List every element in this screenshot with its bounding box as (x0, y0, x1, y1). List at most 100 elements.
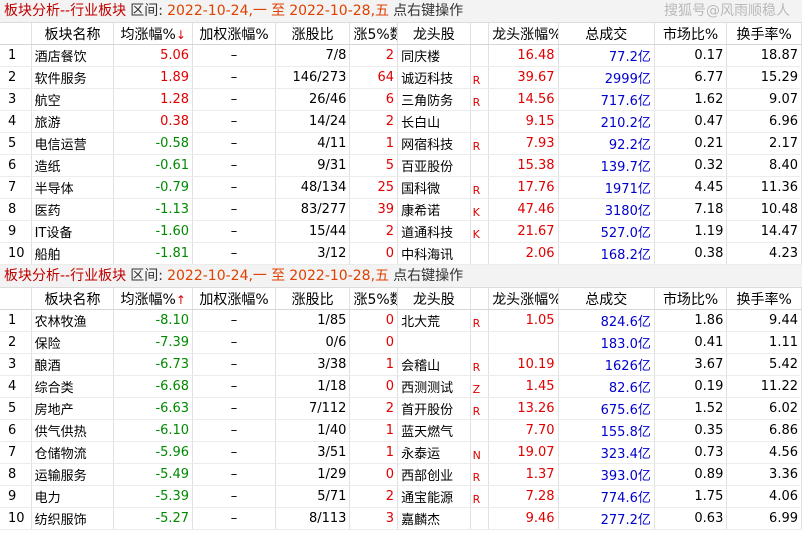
range-end[interactable]: 2022-10-28,五 (289, 3, 389, 19)
weighted-change: – (192, 507, 276, 530)
table-row[interactable]: 10 纺织服饰 -5.27–8/113 3 嘉麟杰 9.46 277.2亿 0.63 6.99 (0, 507, 802, 530)
table-row[interactable]: 7 仓储物流 -5.96–3/51 1 永泰运 N 19.07 323.4亿 0.73 4.56 (0, 441, 802, 464)
table-row[interactable]: 10 船舶 -1.81–3/12 0 中科海讯 2.06 168.2亿 0.38 4.23 (0, 242, 802, 265)
leader-change: 14.56 (488, 88, 559, 111)
col-header-leader-stock[interactable]: 龙头股 (397, 288, 471, 310)
col-header-turnover[interactable]: 总成交 (558, 288, 655, 310)
table-row[interactable]: 8 运输服务 -5.49–1/29 0 西部创业 R 1.37 393.0亿 0.89 3.36 (0, 463, 802, 486)
leader-stock: 道通科技 (397, 220, 471, 243)
table-row[interactable]: 6 造纸 -0.61–9/31 5 百亚股份 15.38 139.7亿 0.32 8.40 (0, 154, 802, 177)
weighted-change: – (192, 353, 276, 376)
col-header-avg-change[interactable]: 均涨幅%↑ (113, 288, 194, 310)
up-ratio: 4/11 (275, 132, 351, 155)
panel-titlebar[interactable]: 板块分析--行业板块 区间: 2022-10-24,一 至 2022-10-28… (0, 265, 802, 288)
total-turnover: 393.0亿 (558, 463, 655, 486)
stock-mark: R (472, 74, 481, 87)
range-end[interactable]: 2022-10-28,五 (289, 268, 389, 284)
market-share: 0.41 (654, 331, 728, 354)
market-share: 4.45 (654, 176, 728, 199)
sector-name: 仓储物流 (31, 441, 115, 464)
col-header-leader-change[interactable]: 龙头涨幅% (488, 288, 559, 310)
col-header-market-share[interactable]: 市场比% (654, 23, 728, 45)
avg-change: -0.79 (113, 176, 194, 199)
sector-name: 保险 (31, 331, 115, 354)
sector-name: 航空 (31, 88, 115, 111)
up-ratio: 5/71 (275, 485, 351, 508)
leader-change: 9.15 (488, 110, 559, 133)
turnover-rate: 8.40 (726, 154, 802, 177)
stock-mark: R (472, 361, 481, 374)
leader-change: 1.05 (488, 309, 559, 332)
sector-panel-top: 板块分析--行业板块 区间: 2022-10-24,一 至 2022-10-28… (0, 0, 802, 265)
up5-count: 2 (349, 397, 399, 420)
table-row[interactable]: 1 酒店餐饮 5.06–7/8 2 同庆楼 16.48 77.2亿 0.17 18.87 (0, 44, 802, 67)
stock-mark-badge (470, 110, 490, 133)
sector-name: 医药 (31, 198, 115, 221)
up5-count: 1 (349, 132, 399, 155)
range-start[interactable]: 2022-10-24,一 (167, 268, 267, 284)
table-row[interactable]: 4 综合类 -6.68–1/18 0 西测测试 Z 1.45 82.6亿 0.19 11.22 (0, 375, 802, 398)
right-click-hint: 点右键操作 (393, 3, 464, 19)
range-label: 区间: (130, 268, 163, 284)
col-header-sector-name[interactable]: 板块名称 (31, 23, 115, 45)
col-header-turnover[interactable]: 总成交 (558, 23, 655, 45)
up5-count: 1 (349, 441, 399, 464)
table-row[interactable]: 1 农林牧渔 -8.10–1/85 0 北大荒 R 1.05 824.6亿 1.86 9.44 (0, 309, 802, 332)
avg-change: -1.81 (113, 242, 194, 265)
col-header-up-ratio[interactable]: 涨股比 (275, 288, 351, 310)
avg-change: -6.68 (113, 375, 194, 398)
table-row[interactable]: 6 供气供热 -6.10–1/40 1 蓝天燃气 7.70 155.8亿 0.35 6.86 (0, 419, 802, 442)
sector-name: 房地产 (31, 397, 115, 420)
turnover-rate: 6.86 (726, 419, 802, 442)
sector-name: 纺织服饰 (31, 507, 115, 530)
col-header-leader-stock[interactable]: 龙头股 (397, 23, 471, 45)
row-index: 4 (0, 375, 32, 398)
col-header-up-ratio[interactable]: 涨股比 (275, 23, 351, 45)
weighted-change: – (192, 88, 276, 111)
col-header-up5-count[interactable]: 涨5%数 (349, 288, 399, 310)
col-header-weighted-change[interactable]: 加权涨幅% (192, 23, 276, 45)
up5-count: 1 (349, 353, 399, 376)
table-row[interactable]: 5 房地产 -6.63–7/112 2 首开股份 R 13.26 675.6亿 1.52 6.02 (0, 397, 802, 420)
turnover-rate: 4.56 (726, 441, 802, 464)
table-row[interactable]: 2 软件服务 1.89–146/273 64 诚迈科技 R 39.67 2999亿 6.77 15… (0, 66, 802, 89)
col-header-turnover-rate[interactable]: 换手率% (726, 288, 802, 310)
table-row[interactable]: 3 酿酒 -6.73–3/38 1 会稽山 R 10.19 1626亿 3.67 5.42 (0, 353, 802, 376)
market-share: 1.52 (654, 397, 728, 420)
table-row[interactable]: 9 电力 -5.39–5/71 2 通宝能源 R 7.28 774.6亿 1.75 4.06 (0, 485, 802, 508)
col-header-market-share[interactable]: 市场比% (654, 288, 728, 310)
table-row[interactable]: 8 医药 -1.13–83/277 39 康希诺 K 47.46 3180亿 7.18 10.48 (0, 198, 802, 221)
col-header-weighted-change[interactable]: 加权涨幅% (192, 288, 276, 310)
up5-count: 0 (349, 242, 399, 265)
turnover-rate: 6.96 (726, 110, 802, 133)
stock-mark-badge: R (470, 397, 490, 420)
leader-stock: 康希诺 (397, 198, 471, 221)
table-row[interactable]: 9 IT设备 -1.60–15/44 2 道通科技 K 21.67 527.0亿 1.19 14.… (0, 220, 802, 243)
col-header-sector-name[interactable]: 板块名称 (31, 288, 115, 310)
table-row[interactable]: 2 保险 -7.39–0/6 0 183.0亿 0.41 1.11 (0, 331, 802, 354)
table-row[interactable]: 4 旅游 0.38–14/24 2 长白山 9.15 210.2亿 0.47 6.96 (0, 110, 802, 133)
table-row[interactable]: 7 半导体 -0.79–48/134 25 国科微 R 17.76 1971亿 4.45 11.3… (0, 176, 802, 199)
col-header-leader-change[interactable]: 龙头涨幅% (488, 23, 559, 45)
avg-change: 5.06 (113, 44, 194, 67)
leader-stock: 国科微 (397, 176, 471, 199)
row-index: 4 (0, 110, 32, 133)
range-start[interactable]: 2022-10-24,一 (167, 3, 267, 19)
up5-count: 25 (349, 176, 399, 199)
row-index: 5 (0, 132, 32, 155)
sector-table: 板块名称均涨幅%↑加权涨幅%涨股比涨5%数龙头股龙头涨幅%总成交市场比%换手率%… (0, 288, 802, 530)
table-row[interactable]: 3 航空 1.28–26/46 6 三角防务 R 14.56 717.6亿 1.62 9.07 (0, 88, 802, 111)
sector-name: 运输服务 (31, 463, 115, 486)
col-header-avg-change[interactable]: 均涨幅%↓ (113, 23, 194, 45)
total-turnover: 92.2亿 (558, 132, 655, 155)
col-header-turnover-rate[interactable]: 换手率% (726, 23, 802, 45)
up5-count: 2 (349, 485, 399, 508)
leader-change: 39.67 (488, 66, 559, 89)
leader-change: 19.07 (488, 441, 559, 464)
market-share: 1.19 (654, 220, 728, 243)
col-header-up5-count[interactable]: 涨5%数 (349, 23, 399, 45)
panel-titlebar[interactable]: 板块分析--行业板块 区间: 2022-10-24,一 至 2022-10-28… (0, 0, 802, 23)
stock-mark-badge: N (470, 441, 490, 464)
table-row[interactable]: 5 电信运营 -0.58–4/11 1 网宿科技 R 7.93 92.2亿 0.21 2.17 (0, 132, 802, 155)
total-turnover: 1971亿 (558, 176, 655, 199)
